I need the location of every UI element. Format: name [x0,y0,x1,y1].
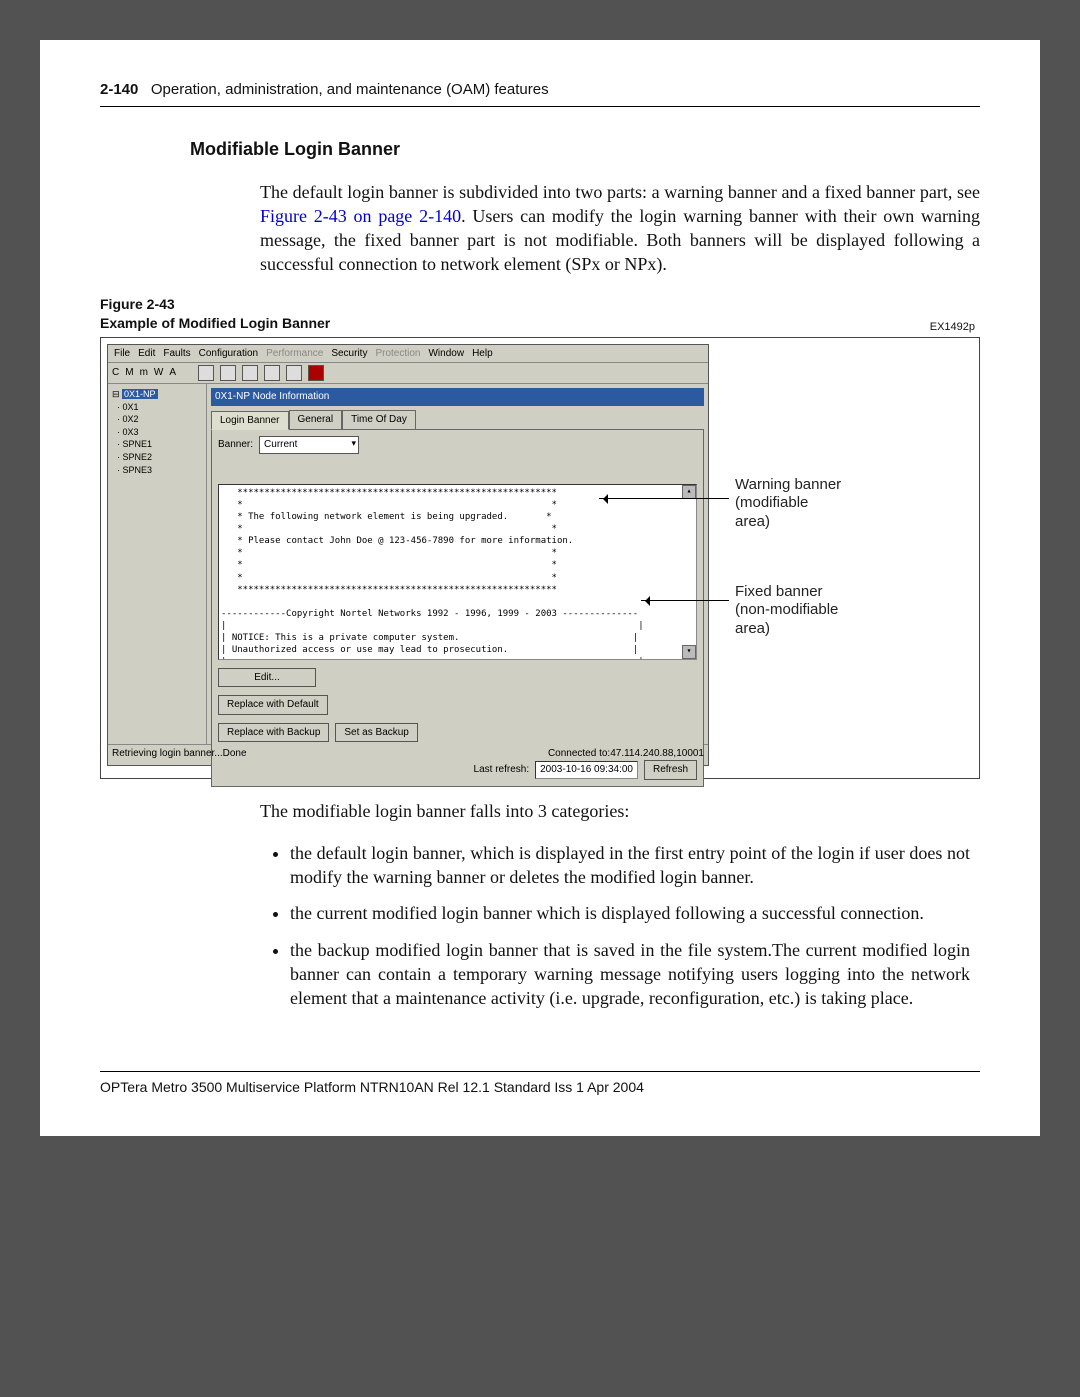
banner-textarea[interactable]: ****************************************… [218,484,697,660]
menubar: File Edit Faults Configuration Performan… [108,345,708,364]
toolbar-btn[interactable] [264,365,280,381]
tab-login-banner[interactable]: Login Banner [211,411,289,431]
tree-item[interactable]: SPNE3 [123,465,153,475]
scroll-up-icon[interactable]: ▴ [682,485,696,499]
figure-frame: EX1492p File Edit Faults Configuration P… [100,337,980,779]
status-right: Connected to:47.114.240.88,10001 [548,747,704,761]
scroll-down-icon[interactable]: ▾ [682,645,696,659]
page-header: 2-140 Operation, administration, and mai… [100,80,980,107]
figure-id: EX1492p [930,320,975,335]
tree-item[interactable]: 0X3 [123,427,139,437]
banner-label: Banner: [218,438,253,452]
menu-performance: Performance [266,347,323,361]
toolbar-btn[interactable] [286,365,302,381]
figure-caption: Figure 2-43 Example of Modified Login Ba… [100,295,980,333]
categories-intro: The modifiable login banner falls into 3… [260,799,980,823]
page-number: 2-140 [100,81,138,98]
page-footer: OPTera Metro 3500 Multiservice Platform … [100,1071,980,1097]
nav-tree[interactable]: ⊟ 0X1-NP · 0X1 · 0X2 · 0X3 · SPNE1 · SPN… [108,384,207,744]
list-item: the default login banner, which is displ… [290,841,980,890]
tree-root[interactable]: 0X1-NP [122,389,158,399]
section-heading: Modifiable Login Banner [190,137,980,161]
app-window: File Edit Faults Configuration Performan… [107,344,709,766]
tree-item[interactable]: 0X2 [123,414,139,424]
tab-general[interactable]: General [289,410,343,430]
menu-security[interactable]: Security [331,347,367,361]
pane-title: 0X1-NP Node Information [211,388,704,406]
menu-protection: Protection [375,347,420,361]
toolbar: C M m W A [108,363,708,384]
intro-paragraph: The default login banner is subdivided i… [260,180,980,277]
tree-item[interactable]: SPNE2 [123,452,153,462]
menu-file[interactable]: File [114,347,130,361]
menu-help[interactable]: Help [472,347,493,361]
toolbar-btn[interactable] [242,365,258,381]
last-refresh-value: 2003-10-16 09:34:00 [535,761,638,779]
tab-time-of-day[interactable]: Time Of Day [342,410,416,430]
replace-default-button[interactable]: Replace with Default [218,695,328,715]
menu-configuration[interactable]: Configuration [199,347,258,361]
toolbar-btn[interactable] [220,365,236,381]
menu-faults[interactable]: Faults [163,347,190,361]
annotation-warning: Warning banner (modifiable area) [735,476,845,532]
tree-item[interactable]: SPNE1 [123,439,153,449]
bullet-list: the default login banner, which is displ… [270,841,980,1011]
annotation-fixed: Fixed banner (non-modifiable area) [735,583,845,639]
tree-item[interactable]: 0X1 [123,402,139,412]
menu-window[interactable]: Window [428,347,464,361]
edit-button[interactable]: Edit... [218,668,316,688]
document-page: 2-140 Operation, administration, and mai… [40,40,1040,1136]
last-refresh-label: Last refresh: [474,763,530,777]
set-backup-button[interactable]: Set as Backup [335,723,417,743]
running-title: Operation, administration, and maintenan… [151,81,549,98]
replace-backup-button[interactable]: Replace with Backup [218,723,329,743]
arrow-icon [641,600,729,601]
list-item: the current modified login banner which … [290,901,980,925]
toolbar-btn[interactable] [308,365,324,381]
list-item: the backup modified login banner that is… [290,938,980,1011]
figure-crossref[interactable]: Figure 2-43 on page 2-140 [260,206,461,226]
arrow-icon [599,498,729,499]
refresh-button[interactable]: Refresh [644,760,697,780]
menu-edit[interactable]: Edit [138,347,155,361]
toolbar-btn[interactable] [198,365,214,381]
banner-select[interactable]: Current [259,436,359,454]
status-left: Retrieving login banner...Done [112,747,247,761]
